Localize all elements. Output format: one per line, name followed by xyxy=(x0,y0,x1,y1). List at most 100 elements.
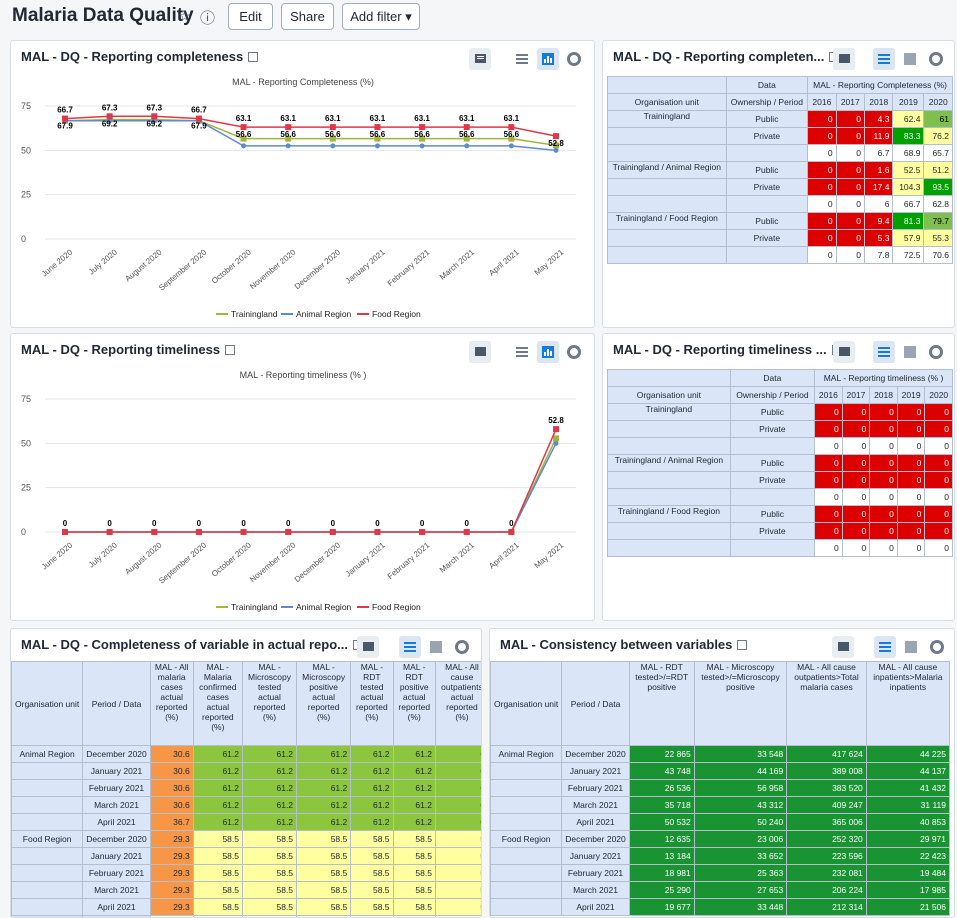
ownership-cell: Public xyxy=(730,455,814,472)
data-point xyxy=(554,441,559,446)
year-header: 2018 xyxy=(870,387,898,404)
map-view-icon[interactable] xyxy=(451,636,473,658)
value-cell: 43 748 xyxy=(629,763,694,780)
data-label: 56.6 xyxy=(325,130,341,139)
value-cell: 21 506 xyxy=(866,899,949,916)
data-point xyxy=(241,529,247,535)
chart-view-icon[interactable] xyxy=(425,636,447,658)
comment-icon[interactable] xyxy=(357,636,379,658)
y-tick-label: 50 xyxy=(21,438,31,448)
value-cell: 61.2 xyxy=(243,780,297,797)
data-label: 0 xyxy=(197,519,202,528)
data-point xyxy=(241,143,246,148)
map-view-icon[interactable] xyxy=(925,48,947,70)
data-header: Data xyxy=(726,77,808,94)
table-view-icon[interactable] xyxy=(873,48,895,70)
year-header: 2019 xyxy=(897,387,925,404)
value-cell: 9.4 xyxy=(865,213,893,230)
data-point xyxy=(196,529,202,535)
y-tick-label: 50 xyxy=(21,145,31,155)
value-cell: 0 xyxy=(870,523,898,540)
value-cell: 61.2 xyxy=(193,814,242,831)
value-cell: 0 xyxy=(836,111,864,128)
info-icon[interactable]: ⓘ xyxy=(200,7,215,28)
value-cell: 61.2 xyxy=(193,763,242,780)
add-filter-button[interactable]: Add filter ▾ xyxy=(342,3,420,30)
x-tick-label: April 2021 xyxy=(487,540,521,570)
table-row: January 202143 74844 169389 00844 137 xyxy=(491,763,950,780)
value-cell: 61.2 xyxy=(351,814,393,831)
value-cell: 0 xyxy=(870,540,898,557)
edit-button[interactable]: Edit xyxy=(228,3,273,30)
value-cell: 0 xyxy=(808,230,836,247)
org-unit-cell xyxy=(491,780,562,797)
comment-icon[interactable] xyxy=(832,636,854,658)
map-view-icon[interactable] xyxy=(563,48,585,70)
comment-icon[interactable] xyxy=(833,341,855,363)
x-tick-label: September 2020 xyxy=(157,540,209,585)
legend-label: Animal Region xyxy=(296,309,352,319)
x-tick-label: May 2021 xyxy=(533,247,566,277)
value-cell: 44 137 xyxy=(866,763,949,780)
map-view-icon[interactable] xyxy=(563,341,585,363)
data-label: 52.8 xyxy=(548,139,564,148)
period-cell: February 2021 xyxy=(562,780,629,797)
value-cell: 0 xyxy=(897,455,925,472)
year-header: 2018 xyxy=(865,94,893,111)
table-row: Animal RegionDecember 202030.661.261.261… xyxy=(12,746,483,763)
value-cell: 0 xyxy=(925,404,953,421)
x-tick-label: November 2020 xyxy=(248,540,298,584)
value-cell: 252 320 xyxy=(787,831,867,848)
table-view-icon[interactable] xyxy=(511,48,533,70)
data-point xyxy=(285,529,291,535)
chart-view-icon[interactable] xyxy=(899,341,921,363)
comment-icon[interactable] xyxy=(469,341,491,363)
table-row: March 202130.661.261.261.261.261.26 xyxy=(12,797,483,814)
map-view-icon[interactable] xyxy=(926,636,948,658)
value-cell: 23 006 xyxy=(694,831,786,848)
share-button[interactable]: Share xyxy=(281,3,334,30)
chart-view-icon[interactable] xyxy=(900,636,922,658)
chart-view-icon[interactable] xyxy=(899,48,921,70)
value-cell: 5 xyxy=(435,865,482,882)
data-label: 56.6 xyxy=(370,130,386,139)
period-cell: April 2021 xyxy=(83,899,150,916)
value-cell: 0 xyxy=(842,438,870,455)
comment-icon[interactable] xyxy=(833,48,855,70)
column-header: MAL - Malaria confirmed cases actual rep… xyxy=(193,662,242,746)
table-view-icon[interactable] xyxy=(399,636,421,658)
chart-view-icon[interactable] xyxy=(537,48,559,70)
table-view-icon[interactable] xyxy=(873,341,895,363)
series-line-2 xyxy=(65,429,556,532)
org-unit-cell xyxy=(608,438,731,455)
card-title: MAL - DQ - Completeness of variable in a… xyxy=(21,637,363,652)
value-cell: 58.5 xyxy=(243,899,297,916)
open-external-icon[interactable] xyxy=(225,345,235,355)
open-external-icon[interactable] xyxy=(248,52,258,62)
table-view-icon[interactable] xyxy=(874,636,896,658)
chart-view-icon[interactable] xyxy=(537,341,559,363)
dashboard-title: Malaria Data Quality xyxy=(12,5,194,27)
value-cell: 6 xyxy=(435,797,482,814)
add-filter-label: Add filter xyxy=(350,9,401,24)
table-row: March 202129.358.558.558.558.558.55 xyxy=(12,882,483,899)
value-cell: 58.5 xyxy=(193,882,242,899)
star-icon[interactable]: ☆ xyxy=(178,7,191,25)
data-label: 0 xyxy=(107,519,112,528)
table-view-icon[interactable] xyxy=(511,341,533,363)
data-point xyxy=(508,529,514,535)
org-unit-cell xyxy=(12,899,83,916)
x-tick-label: November 2020 xyxy=(248,247,298,291)
open-external-icon[interactable] xyxy=(737,640,747,650)
data-label: 56.6 xyxy=(414,130,430,139)
value-cell: 25 363 xyxy=(694,865,786,882)
comment-icon[interactable] xyxy=(469,48,491,70)
value-cell: 0 xyxy=(897,421,925,438)
ownership-cell: Private xyxy=(730,421,814,438)
column-header: MAL - RDT positive actual reported (%) xyxy=(393,662,435,746)
legend-label: Animal Region xyxy=(296,602,352,612)
map-view-icon[interactable] xyxy=(925,341,947,363)
value-cell: 43 312 xyxy=(694,797,786,814)
org-unit-cell xyxy=(12,763,83,780)
corner-cell xyxy=(608,370,731,387)
